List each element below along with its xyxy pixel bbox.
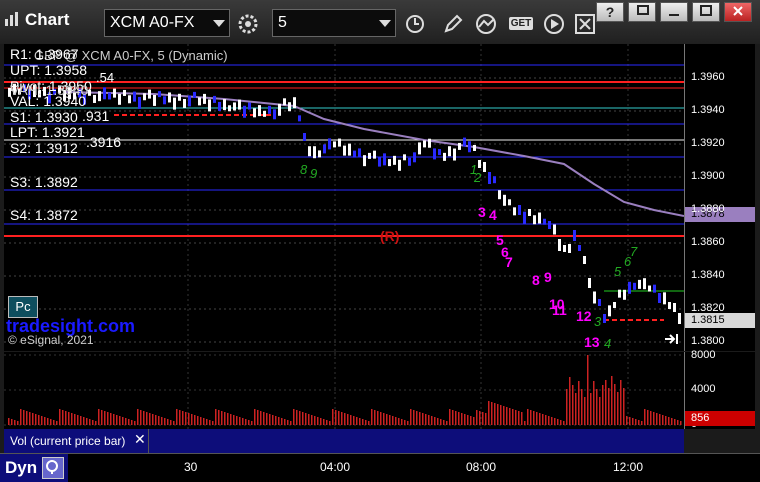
price-tick: 1.3820 (691, 302, 725, 314)
sequence-label: 9 (544, 269, 552, 285)
minimize-button[interactable] (660, 2, 688, 22)
current-price-tag: 1.3815 (685, 313, 755, 328)
symbol-combo[interactable]: XCM A0-FX (104, 9, 230, 37)
copyright-text: © eSignal, 2021 (8, 333, 94, 347)
price-plot (4, 44, 684, 351)
price-axis[interactable]: 1.3878 1.3815 1.3960 1.3940 1.3920 1.3900 1.… (684, 44, 755, 351)
link-icon[interactable] (42, 457, 64, 479)
s2-label: S2: 1.3912 (10, 140, 78, 156)
time-tick-30: 30 (184, 460, 198, 474)
price-tick: 1.3940 (691, 104, 725, 116)
chevron-down-icon (213, 20, 225, 27)
vol-tick-8000: 8000 (691, 349, 716, 361)
s1-extra-label: .931 (82, 108, 110, 124)
chevron-down-icon (379, 20, 391, 27)
price-tick: 1.3800 (691, 335, 725, 347)
upt-extra-label: .54 (96, 70, 115, 85)
green-count-label: 2 (474, 170, 482, 185)
vol-tick-4000: 4000 (691, 383, 716, 395)
chart-window: Chart XCM A0-FX 5 GET ? GBP @ XCM A0-FX,… (0, 0, 760, 482)
dyn-panel: Dyn (0, 454, 68, 482)
brand-box: Pc (8, 296, 38, 318)
s2-extra-label: .3916 (86, 134, 122, 150)
maximize-button[interactable] (692, 2, 720, 22)
volume-legend-bar: Vol (current price bar) ✕ (4, 429, 684, 453)
r-marker: (R) (380, 228, 400, 244)
green-count-label: 7 (630, 244, 638, 259)
price-tick: 1.3860 (691, 236, 725, 248)
sequence-label: 11 (552, 302, 567, 318)
help-button[interactable]: ? (596, 2, 624, 22)
chart-icon (5, 12, 18, 26)
price-tick: 1.3960 (691, 71, 725, 83)
dyn-label: Dyn (5, 458, 38, 477)
symbol-value: XCM A0-FX (110, 14, 195, 31)
green-count-label: 8 (300, 162, 308, 177)
scroll-to-end-icon[interactable] (664, 332, 680, 349)
price-tick: 1.3840 (691, 269, 725, 281)
volume-tag: 856 (685, 411, 755, 426)
pencil-icon[interactable] (440, 11, 466, 37)
sequence-label: 8 (532, 272, 540, 288)
s1-label: S1: 1.3930 (10, 109, 78, 125)
get-label: GET (508, 17, 534, 30)
price-tick: 1.3900 (691, 170, 725, 182)
studies-icon[interactable] (474, 11, 500, 37)
green-count-label: 9 (310, 166, 318, 181)
s4-label: S4: 1.3872 (10, 207, 78, 223)
play-icon[interactable] (541, 11, 567, 37)
sequence-label: 12 (576, 308, 592, 324)
val-label: VAL: 1.3940 (10, 93, 87, 109)
green-count-label: 5 (614, 264, 622, 279)
volume-plot (4, 352, 684, 429)
settings-gear-icon[interactable] (235, 11, 261, 37)
volume-legend-text: Vol (current price bar) (10, 434, 126, 448)
app-title: Chart (4, 10, 69, 30)
app-title-text: Chart (25, 10, 70, 29)
interval-combo[interactable]: 5 (272, 9, 396, 37)
price-tick: 1.3880 (691, 203, 725, 215)
bottom-strip: Dyn 30 04:00 08:00 12:00 (0, 453, 760, 482)
close-legend-icon[interactable]: ✕ (134, 431, 146, 448)
time-tick-1200: 12:00 (613, 460, 644, 474)
sequence-label: 13 (584, 334, 600, 350)
price-chart[interactable]: GBP @ XCM A0-FX, 5 (Dynamic) R1: 1.3967 … (4, 44, 684, 351)
price-tick: 1.3920 (691, 137, 725, 149)
sequence-label: 3 (478, 204, 486, 220)
volume-legend: Vol (current price bar) ✕ (4, 429, 149, 453)
close-chart-icon[interactable] (572, 11, 598, 37)
sequence-label: 4 (489, 207, 497, 223)
time-tick-0800: 08:00 (466, 460, 497, 474)
time-tick-0400: 04:00 (320, 460, 351, 474)
get-data-button[interactable]: GET (506, 11, 536, 37)
restore-button[interactable] (628, 2, 656, 22)
clock-icon[interactable] (402, 11, 428, 37)
volume-pane[interactable] (4, 352, 684, 429)
sequence-label: 7 (505, 254, 513, 270)
green-count-label: 3 (594, 314, 602, 329)
upt-label: UPT: 1.3958 (10, 62, 88, 78)
close-window-button[interactable] (724, 2, 752, 22)
interval-value: 5 (278, 14, 287, 31)
s3-label: S3: 1.3892 (10, 174, 78, 190)
volume-axis: 8000 4000 0 856 (684, 349, 755, 430)
r1-label: R1: 1.3967 (10, 46, 79, 62)
green-count-label: 4 (604, 336, 612, 351)
toolbar: Chart XCM A0-FX 5 GET ? (0, 0, 760, 44)
lpt-label: LPT: 1.3921 (10, 124, 85, 140)
